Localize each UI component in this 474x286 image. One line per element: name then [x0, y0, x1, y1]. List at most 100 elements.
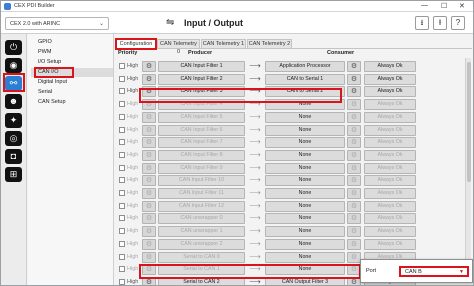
producer-select[interactable]: CAN unwrapper 0 — [158, 213, 245, 225]
gear-icon[interactable]: ⚙ — [347, 200, 361, 212]
consumer-select[interactable]: CAN to Serial 1 — [265, 73, 345, 85]
enable-checkbox[interactable] — [119, 215, 125, 222]
gear-icon[interactable]: ⚙ — [347, 251, 361, 263]
gear-icon[interactable]: ⚙ — [347, 238, 361, 250]
menu-item-digital-input[interactable]: Digital Input — [38, 79, 67, 85]
condition-select[interactable]: Always Ok — [364, 226, 416, 238]
consumer-select[interactable]: None — [265, 124, 345, 136]
condition-select[interactable]: Always Ok — [364, 213, 416, 225]
gear-icon[interactable]: ⚙ — [347, 73, 361, 85]
gear-icon[interactable]: ⚙ — [347, 61, 361, 72]
enable-checkbox[interactable] — [119, 139, 125, 146]
enable-checkbox[interactable] — [119, 75, 125, 82]
close-button[interactable]: ✕ — [459, 2, 465, 10]
producer-select[interactable]: CAN Input Filter 6 — [158, 124, 245, 136]
gear-icon[interactable]: ⚙ — [142, 226, 156, 238]
enable-checkbox[interactable] — [119, 113, 125, 120]
enable-checkbox[interactable] — [119, 101, 125, 108]
upload-icon[interactable]: ⭱ — [433, 16, 447, 30]
port-select[interactable]: CAN B ▼ — [399, 266, 469, 277]
gear-icon[interactable]: ⚙ — [142, 73, 156, 85]
gear-icon[interactable]: ⚙ — [142, 200, 156, 212]
gear-icon[interactable]: ⚙ — [142, 149, 156, 161]
tab-can-telemetry-2[interactable]: CAN Telemetry 2 — [247, 39, 292, 48]
download-icon[interactable]: ⭳ — [415, 16, 429, 30]
producer-select[interactable]: CAN Input Filter 5 — [158, 111, 245, 123]
scrollbar-thumb[interactable] — [467, 62, 471, 182]
condition-select[interactable]: Always Ok — [364, 99, 416, 111]
enable-checkbox[interactable] — [119, 126, 125, 133]
condition-select[interactable]: Always Ok — [364, 149, 416, 161]
producer-select[interactable]: CAN Input Filter 11 — [158, 188, 245, 199]
consumer-select[interactable]: None — [265, 200, 345, 212]
gear-icon[interactable]: ⚙ — [142, 251, 156, 263]
enable-checkbox[interactable] — [119, 164, 125, 171]
gear-icon[interactable]: ⚙ — [142, 137, 156, 149]
consumer-select[interactable]: None — [265, 226, 345, 238]
condition-select[interactable]: Always Ok — [364, 175, 416, 187]
gear-icon[interactable]: ⚙ — [347, 175, 361, 187]
condition-select[interactable]: Always Ok — [364, 137, 416, 149]
producer-select[interactable]: CAN Input Filter 2 — [158, 73, 245, 85]
consumer-select[interactable]: None — [265, 162, 345, 174]
menu-item-serial[interactable]: Serial — [38, 89, 52, 95]
menu-item-pwm[interactable]: PWM — [38, 49, 51, 55]
satellite-icon[interactable]: ✦ — [5, 113, 22, 128]
producer-select[interactable]: CAN Input Filter 10 — [158, 175, 245, 187]
condition-select[interactable]: Always Ok — [364, 188, 416, 199]
head-icon[interactable]: ☻ — [5, 94, 22, 109]
enable-checkbox[interactable] — [119, 177, 125, 184]
vertical-scrollbar[interactable] — [465, 58, 471, 283]
condition-select[interactable]: Always Ok — [364, 200, 416, 212]
enable-checkbox[interactable] — [119, 88, 125, 95]
producer-select[interactable]: Serial to CAN 0 — [158, 251, 245, 263]
consumer-select[interactable]: None — [265, 188, 345, 199]
gear-icon[interactable]: ⚙ — [347, 99, 361, 111]
gear-icon[interactable]: ⚙ — [142, 175, 156, 187]
producer-select[interactable]: CAN Input Filter 12 — [158, 200, 245, 212]
consumer-select[interactable]: Application Processor — [265, 61, 345, 72]
network-icon[interactable]: ⊞ — [5, 167, 22, 182]
producer-select[interactable]: CAN Input Filter 8 — [158, 149, 245, 161]
consumer-select[interactable]: None — [265, 251, 345, 263]
device-select[interactable]: CEX 2.0 with ARINC ⌄ — [5, 17, 109, 30]
gear-icon[interactable]: ⚙ — [142, 188, 156, 199]
enable-checkbox[interactable] — [119, 240, 125, 247]
enable-checkbox[interactable] — [119, 253, 125, 260]
enable-checkbox[interactable] — [119, 190, 125, 196]
help-icon[interactable]: ? — [451, 16, 465, 30]
rss-icon[interactable]: ◉ — [5, 58, 22, 73]
cassette-icon[interactable]: ◎ — [5, 131, 22, 146]
menu-item-can-setup[interactable]: CAN Setup — [38, 99, 66, 105]
gear-icon[interactable]: ⚙ — [347, 226, 361, 238]
producer-select[interactable]: CAN unwrapper 1 — [158, 226, 245, 238]
menu-item-gpio[interactable]: GPIO — [38, 39, 52, 45]
gear-icon[interactable]: ⚙ — [142, 124, 156, 136]
gear-icon[interactable]: ⚙ — [347, 149, 361, 161]
enable-checkbox[interactable] — [119, 278, 125, 285]
producer-select[interactable]: CAN Input Filter 7 — [158, 137, 245, 149]
gear-icon[interactable]: ⚙ — [347, 137, 361, 149]
tab-can-telemetry-0[interactable]: CAN Telemetry 0 — [157, 39, 200, 55]
producer-select[interactable]: CAN Input Filter 9 — [158, 162, 245, 174]
gear-icon[interactable]: ⚙ — [142, 162, 156, 174]
consumer-select[interactable]: None — [265, 149, 345, 161]
consumer-select[interactable]: None — [265, 238, 345, 250]
condition-select[interactable]: Always Ok — [364, 238, 416, 250]
condition-select[interactable]: Always Ok — [364, 73, 416, 85]
consumer-select[interactable]: None — [265, 213, 345, 225]
gear-icon[interactable]: ⚙ — [142, 213, 156, 225]
maximize-button[interactable]: ☐ — [441, 2, 447, 10]
power-icon[interactable]: ⏻ — [5, 40, 22, 55]
gear-icon[interactable]: ⚙ — [347, 111, 361, 123]
condition-select[interactable]: Always Ok — [364, 111, 416, 123]
gear-icon[interactable]: ⚙ — [142, 61, 156, 72]
camera-icon[interactable]: ◘ — [5, 149, 22, 164]
enable-checkbox[interactable] — [119, 63, 125, 69]
gear-icon[interactable]: ⚙ — [347, 213, 361, 225]
condition-select[interactable]: Always Ok — [364, 86, 416, 98]
producer-select[interactable]: CAN unwrapper 2 — [158, 238, 245, 250]
consumer-select[interactable]: None — [265, 111, 345, 123]
consumer-select[interactable]: None — [265, 175, 345, 187]
tab-can-telemetry-1[interactable]: CAN Telemetry 1 — [201, 39, 246, 48]
